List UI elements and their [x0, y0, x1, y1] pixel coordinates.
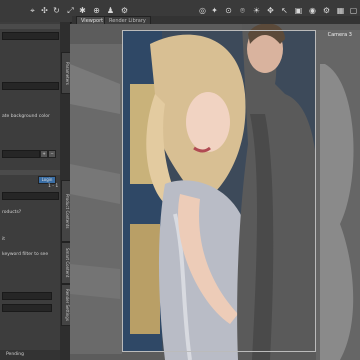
pose-icon[interactable]: ♟: [106, 6, 115, 15]
node-edit-icon[interactable]: ✥: [266, 6, 275, 15]
camera-frame: [122, 30, 316, 352]
filter-field-1[interactable]: [2, 292, 52, 300]
universal-icon[interactable]: ⊕: [92, 6, 101, 15]
pin-icon[interactable]: ⌾: [238, 6, 247, 15]
select-icon[interactable]: ⌖: [28, 6, 37, 15]
scale-icon[interactable]: ⤢: [66, 6, 75, 15]
rotate-icon[interactable]: ↻: [52, 6, 61, 15]
login-button[interactable]: Login: [38, 176, 56, 184]
sun-icon[interactable]: ☀: [252, 6, 261, 15]
pane-header: [0, 24, 60, 29]
stepper-field[interactable]: [2, 150, 40, 158]
page-indicator: 1 - 1: [48, 184, 59, 189]
pane-top-field[interactable]: [2, 32, 59, 40]
status-text: Pending: [6, 352, 24, 357]
search-field[interactable]: [2, 192, 59, 200]
left-pane: ate background color + − Login 1 - 1 rod…: [0, 22, 61, 360]
light-icon[interactable]: ✦: [210, 6, 219, 15]
snapshot-icon[interactable]: ◉: [308, 6, 317, 15]
joint-icon[interactable]: ⚙: [120, 6, 129, 15]
hint-text-2: keyword filter to see: [2, 252, 49, 257]
camera-icon[interactable]: ◎: [198, 6, 207, 15]
stepper-down-button[interactable]: −: [48, 150, 56, 158]
filter-field-2[interactable]: [2, 304, 52, 312]
node-icon[interactable]: ✱: [78, 6, 87, 15]
render-icon[interactable]: ▣: [294, 6, 303, 15]
viewport-tab-bar: Viewport Render Library: [72, 16, 360, 25]
window-icon[interactable]: ▢: [349, 6, 358, 15]
cursor-icon[interactable]: ↖: [280, 6, 289, 15]
products-question: roducts?: [2, 210, 22, 215]
stepper-up-button[interactable]: +: [40, 150, 48, 158]
hint-text-1: it: [2, 237, 6, 242]
content-header: [0, 170, 60, 175]
bottom-status-bar: Pending: [0, 350, 60, 360]
layout-icon[interactable]: ▦: [336, 6, 345, 15]
camera-selector[interactable]: Camera 3: [328, 32, 352, 38]
background-color-option-text: ate background color: [2, 114, 50, 119]
settings-icon[interactable]: ⚙: [322, 6, 331, 15]
pane-option-field[interactable]: [2, 82, 59, 90]
aim-icon[interactable]: ⊙: [224, 6, 233, 15]
3d-viewport[interactable]: Camera 3: [70, 24, 360, 360]
move-icon[interactable]: ✣: [40, 6, 49, 15]
